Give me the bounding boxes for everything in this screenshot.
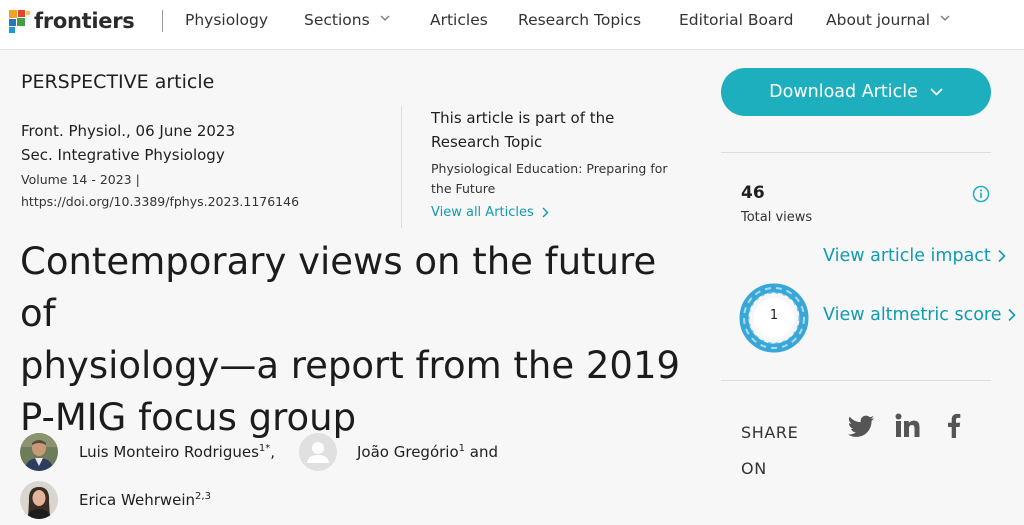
download-article-label: Download Article	[769, 82, 918, 102]
nav-item-research-topics[interactable]: Research Topics	[518, 11, 641, 29]
nav-item-sections[interactable]: Sections	[304, 11, 390, 29]
user-placeholder-icon	[299, 433, 337, 471]
linkedin-icon[interactable]	[892, 410, 924, 442]
article-meta: Front. Physiol., 06 June 2023 Sec. Integ…	[21, 119, 381, 212]
author-name-text: Luis Monteiro Rodrigues	[79, 443, 259, 461]
research-topic-heading: This article is part of the Research Top…	[431, 109, 615, 151]
nav-item-physiology[interactable]: Physiology	[185, 11, 268, 29]
author-affiliation: 1*	[258, 443, 271, 454]
nav-item-label: Sections	[304, 11, 370, 29]
doi-link[interactable]: https://doi.org/10.3389/fphys.2023.11761…	[21, 192, 381, 212]
logo-text: frontiers	[34, 9, 135, 33]
twitter-icon[interactable]	[845, 410, 877, 442]
facebook-icon[interactable]	[938, 410, 970, 442]
author-name: Luis Monteiro Rodrigues1*,	[79, 443, 275, 461]
author-name-text: João Gregório	[357, 443, 459, 461]
chevron-right-icon	[1008, 308, 1017, 322]
download-article-button[interactable]: Download Article	[721, 68, 991, 116]
article-type: PERSPECTIVE article	[21, 71, 215, 93]
author-wehrwein[interactable]: Erica Wehrwein2,3	[20, 481, 211, 519]
total-views-count: 46	[741, 183, 765, 203]
avatar	[20, 433, 58, 471]
author-separator: and	[465, 443, 499, 461]
nav-item-label: Physiology	[185, 11, 269, 29]
chevron-down-icon	[380, 15, 390, 21]
author-photo	[20, 481, 58, 519]
share-label: SHARE ON	[741, 423, 799, 478]
author-name: Erica Wehrwein2,3	[79, 491, 211, 509]
view-all-articles-label: View all Articles	[431, 205, 534, 220]
journal-date: Front. Physiol., 06 June 2023	[21, 122, 235, 140]
author-name: João Gregório1 and	[357, 443, 498, 461]
article-title-line: Contemporary views on the future of	[20, 240, 657, 335]
author-separator: ,	[270, 443, 276, 461]
article-title: Contemporary views on the future of phys…	[20, 236, 700, 444]
author-affiliation: 2,3	[195, 491, 211, 502]
chevron-down-icon	[940, 15, 950, 21]
avatar	[20, 481, 58, 519]
altmetric-badge[interactable]: 1	[739, 283, 809, 353]
avatar	[299, 433, 337, 471]
nav-item-about-journal[interactable]: About journal	[826, 11, 950, 29]
research-topic-title[interactable]: Physiological Education: Preparing for t…	[431, 159, 691, 199]
frontiers-logo[interactable]: frontiers	[6, 8, 135, 34]
view-article-impact-link[interactable]: View article impact	[823, 246, 1007, 266]
sidebar-divider	[721, 380, 991, 381]
total-views-label: Total views	[741, 210, 813, 225]
frontiers-logo-icon	[9, 10, 30, 33]
top-navigation: frontiers Physiology Sections Articles R…	[0, 0, 1024, 50]
author-rodrigues[interactable]: Luis Monteiro Rodrigues1*,	[20, 433, 275, 471]
view-altmetric-score-label: View altmetric score	[823, 305, 1002, 325]
nav-item-label: About journal	[826, 11, 931, 29]
chevron-right-icon	[998, 249, 1006, 263]
author-photo	[20, 433, 58, 471]
author-name-text: Erica Wehrwein	[79, 491, 196, 509]
nav-item-articles[interactable]: Articles	[430, 11, 488, 29]
journal-volume: Volume 14 - 2023 |	[21, 172, 140, 187]
journal-section: Sec. Integrative Physiology	[21, 146, 225, 164]
research-topic-box: This article is part of the Research Top…	[431, 106, 701, 220]
meta-divider	[401, 106, 402, 228]
nav-divider	[162, 10, 163, 32]
view-altmetric-score-link[interactable]: View altmetric score	[823, 305, 1017, 325]
view-article-impact-label: View article impact	[823, 246, 991, 266]
chevron-right-icon	[542, 207, 549, 218]
altmetric-score: 1	[769, 308, 779, 323]
info-icon[interactable]	[972, 185, 990, 203]
author-gregorio[interactable]: João Gregório1 and	[299, 433, 498, 471]
nav-item-editorial-board[interactable]: Editorial Board	[679, 11, 793, 29]
nav-item-label: Editorial Board	[679, 11, 794, 29]
nav-item-label: Articles	[430, 11, 488, 29]
view-all-articles-link[interactable]: View all Articles	[431, 205, 549, 220]
sidebar-divider	[721, 152, 991, 153]
chevron-down-icon	[930, 88, 943, 96]
article-title-line: physiology—a report from the 2019	[20, 344, 681, 387]
nav-item-label: Research Topics	[518, 11, 642, 29]
